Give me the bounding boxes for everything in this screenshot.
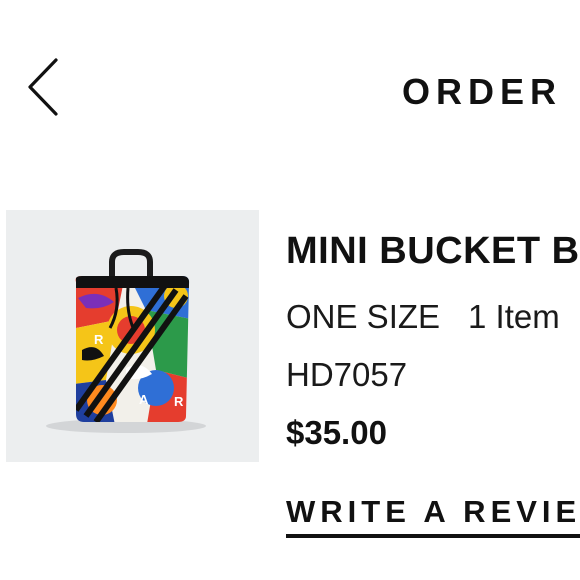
backpack-image: A R R [46, 249, 206, 433]
product-meta: ONE SIZE 1 Item [286, 298, 560, 336]
page-title: ORDER D [402, 71, 580, 112]
product-code: HD7057 [286, 356, 408, 393]
backpack-letter-a: A [139, 392, 149, 407]
product-size: ONE SIZE [286, 298, 441, 335]
product-name[interactable]: MINI BUCKET B [286, 230, 580, 272]
back-button[interactable] [18, 54, 66, 120]
product-quantity: 1 Item [468, 298, 560, 335]
backpack-letter-r1: R [94, 332, 104, 347]
product-image[interactable]: A R R [6, 210, 259, 462]
product-price: $35.00 [286, 414, 387, 451]
backpack-letter-r2: R [174, 394, 184, 409]
chevron-left-icon [28, 58, 58, 116]
write-review-link[interactable]: WRITE A REVIE [286, 494, 580, 538]
order-details-screen: ORDER D [0, 0, 580, 580]
